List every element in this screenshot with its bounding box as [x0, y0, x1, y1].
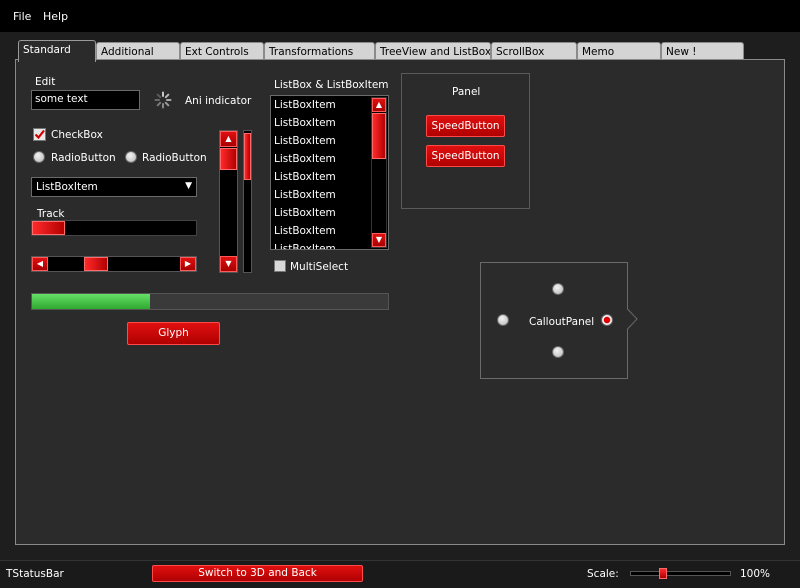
callout-radio-top[interactable] [552, 283, 564, 295]
chevron-down-icon: ▼ [185, 181, 192, 191]
vertical-track-bar[interactable] [243, 130, 252, 273]
list-item[interactable]: ListBoxItem [271, 240, 371, 249]
listbox-scroll-thumb[interactable] [372, 113, 386, 159]
arrow-up-icon[interactable]: ▲ [372, 98, 386, 112]
edit-field[interactable]: some text [31, 90, 140, 110]
spinner-icon [154, 91, 172, 109]
switch-3d-button[interactable]: Switch to 3D and Back [152, 565, 363, 582]
listbox[interactable]: ListBoxItem ListBoxItem ListBoxItem List… [270, 95, 389, 250]
panel: Panel SpeedButton SpeedButton [401, 73, 530, 209]
progress-fill [32, 294, 150, 309]
list-item[interactable]: ListBoxItem [271, 186, 371, 204]
checkmark-icon [34, 129, 45, 140]
tab-standard[interactable]: Standard [18, 40, 96, 62]
scale-slider-thumb[interactable] [659, 568, 667, 579]
menu-bar: File Help [0, 0, 800, 32]
speed-button-2[interactable]: SpeedButton [426, 145, 505, 167]
list-item[interactable]: ListBoxItem [271, 150, 371, 168]
progress-bar [31, 293, 389, 310]
track-label: Track [37, 208, 65, 220]
multiselect-checkbox[interactable] [274, 260, 286, 272]
vertical-scrollbar[interactable]: ▲ ▼ [219, 130, 238, 273]
listbox-items: ListBoxItem ListBoxItem ListBoxItem List… [271, 96, 371, 249]
scale-label: Scale: [587, 568, 619, 580]
callout-radio-bottom[interactable] [552, 346, 564, 358]
radio-label-2: RadioButton [142, 152, 207, 164]
list-item[interactable]: ListBoxItem [271, 96, 371, 114]
tab-transformations[interactable]: Transformations [264, 42, 375, 60]
callout-radio-right[interactable] [601, 314, 613, 326]
radio-button-2[interactable] [125, 151, 137, 163]
list-item[interactable]: ListBoxItem [271, 204, 371, 222]
scale-slider[interactable] [630, 568, 731, 579]
tab-treeview-listbox[interactable]: TreeView and ListBox [375, 42, 491, 60]
list-item[interactable]: ListBoxItem [271, 168, 371, 186]
speed-button-1[interactable]: SpeedButton [426, 115, 505, 137]
tab-new[interactable]: New ! [661, 42, 744, 60]
edit-label: Edit [35, 76, 56, 88]
arrow-left-icon[interactable]: ◀ [32, 257, 48, 271]
tab-ext-controls[interactable]: Ext Controls [180, 42, 264, 60]
arrow-up-icon[interactable]: ▲ [220, 131, 237, 147]
listbox-title: ListBox & ListBoxItem [274, 79, 389, 91]
horizontal-scrollbar[interactable]: ◀ ▶ [31, 256, 197, 272]
list-item[interactable]: ListBoxItem [271, 222, 371, 240]
combo-value: ListBoxItem [36, 181, 98, 193]
listbox-scrollbar[interactable]: ▲ ▼ [371, 97, 387, 248]
tab-scrollbox[interactable]: ScrollBox [491, 42, 577, 60]
list-item[interactable]: ListBoxItem [271, 114, 371, 132]
track-bar[interactable] [31, 220, 197, 236]
vertical-scroll-thumb[interactable] [220, 148, 237, 170]
checkbox[interactable] [33, 128, 46, 141]
callout-radio-left[interactable] [497, 314, 509, 326]
radio-button-1[interactable] [33, 151, 45, 163]
panel-title: Panel [452, 86, 481, 98]
vertical-track-thumb[interactable] [244, 133, 251, 180]
ani-indicator-label: Ani indicator [185, 95, 252, 107]
track-thumb[interactable] [32, 221, 65, 235]
menu-help[interactable]: Help [43, 10, 68, 23]
multiselect-label: MultiSelect [290, 261, 349, 273]
tab-memo[interactable]: Memo [577, 42, 661, 60]
tab-additional[interactable]: Additional [96, 42, 180, 60]
arrow-right-icon[interactable]: ▶ [180, 257, 196, 271]
status-bar-label: TStatusBar [6, 568, 64, 580]
checkbox-label: CheckBox [51, 129, 103, 141]
radio-label-1: RadioButton [51, 152, 116, 164]
horizontal-scroll-thumb[interactable] [84, 257, 108, 271]
menu-file[interactable]: File [13, 10, 31, 23]
callout-panel-label: CalloutPanel [529, 316, 595, 328]
status-bar: TStatusBar Switch to 3D and Back Scale: … [0, 560, 800, 588]
glyph-button[interactable]: Glyph [127, 322, 220, 345]
arrow-down-icon[interactable]: ▼ [372, 233, 386, 247]
combo-box[interactable]: ListBoxItem ▼ [31, 177, 197, 197]
list-item[interactable]: ListBoxItem [271, 132, 371, 150]
arrow-down-icon[interactable]: ▼ [220, 256, 237, 272]
scale-value: 100% [740, 568, 771, 580]
